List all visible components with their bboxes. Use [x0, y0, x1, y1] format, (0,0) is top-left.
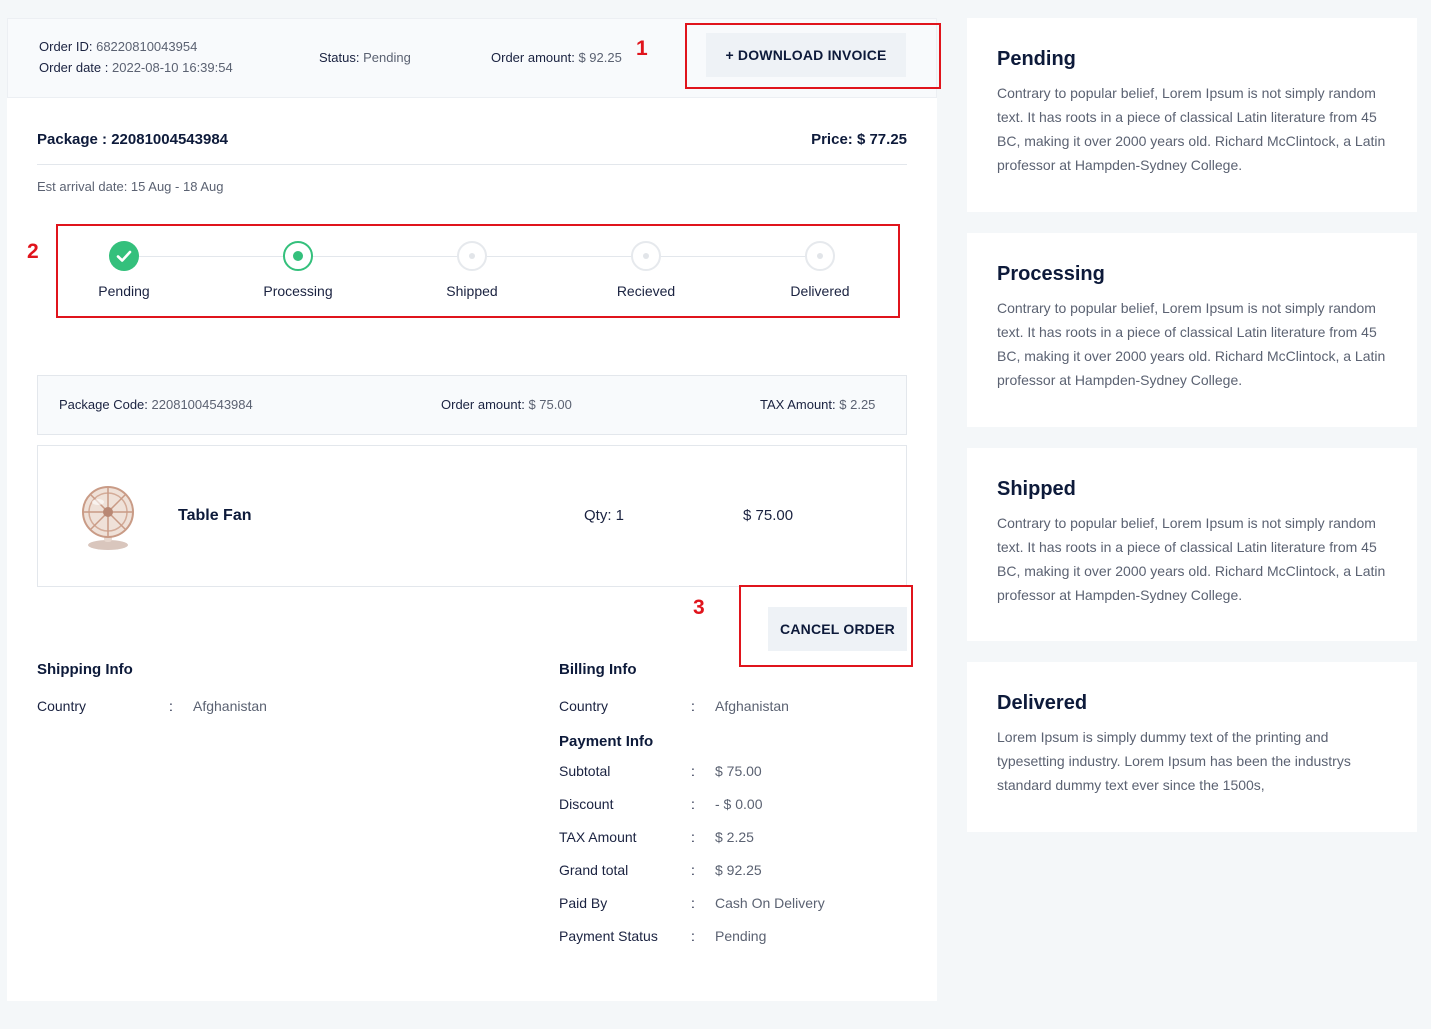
table-fan-image [78, 482, 140, 552]
info-value: - $ 0.00 [715, 796, 763, 812]
package-code-value: 22081004543984 [151, 397, 253, 412]
package-amount-label: Order amount: [441, 397, 525, 412]
info-value: $ 75.00 [715, 763, 762, 779]
card-title: Pending [997, 48, 1076, 70]
order-amount-label: Order amount: [491, 50, 575, 65]
card-title: Shipped [997, 478, 1076, 500]
est-arrival-date: Est arrival date: 15 Aug - 18 Aug [37, 179, 224, 194]
info-separator: : [691, 796, 695, 812]
info-separator: : [691, 862, 695, 878]
info-value: Pending [715, 928, 767, 944]
order-id: Order ID: 68220810043954 [39, 39, 197, 54]
item-name: Table Fan [178, 507, 252, 524]
order-amount: Order amount: $ 92.25 [491, 50, 622, 65]
order-status-label: Status: [319, 50, 360, 65]
info-key: Grand total [559, 862, 629, 878]
info-value: Afghanistan [715, 698, 789, 714]
info-value: Cash On Delivery [715, 895, 825, 911]
info-key: Country [559, 698, 609, 714]
item-quantity: Qty: 1 [584, 507, 625, 524]
info-key: Discount [559, 796, 614, 812]
card-title: Delivered [997, 692, 1088, 714]
payment-info-title: Payment Info [559, 733, 654, 750]
annotation-number-2: 2 [27, 240, 39, 263]
package-price: Price: $ 77.25 [811, 131, 907, 148]
info-value: $ 92.25 [715, 862, 762, 878]
package-tax-amount: TAX Amount: $ 2.25 [760, 397, 875, 412]
order-item: Table Fan Qty: 1 $ 75.00 [37, 445, 907, 587]
annotation-number-3: 3 [693, 596, 705, 619]
status-card-processing: Processing Contrary to popular belief, L… [967, 233, 1417, 427]
billing-info-title: Billing Info [559, 661, 637, 678]
shipping-info-title: Shipping Info [37, 661, 133, 678]
order-status-value: Pending [363, 50, 411, 65]
info-key: Subtotal [559, 763, 611, 779]
package-code-label: Package Code: [59, 397, 148, 412]
info-key: Country [37, 698, 87, 714]
order-date-label: Order date : [39, 60, 109, 75]
package-summary-bar: Package Code: 22081004543984 Order amoun… [37, 375, 907, 435]
package-title: Package : 22081004543984 [37, 131, 229, 148]
status-card-delivered: Delivered Lorem Ipsum is simply dummy te… [967, 662, 1417, 832]
info-separator: : [691, 895, 695, 911]
order-status: Status: Pending [319, 50, 411, 65]
info-separator: : [169, 698, 173, 714]
annotation-box-2 [56, 224, 900, 318]
package-code: Package Code: 22081004543984 [59, 397, 253, 412]
card-body: Contrary to popular belief, Lorem Ipsum … [997, 515, 1386, 603]
order-amount-value: $ 92.25 [578, 50, 622, 65]
card-body: Contrary to popular belief, Lorem Ipsum … [997, 300, 1386, 388]
card-body: Lorem Ipsum is simply dummy text of the … [997, 729, 1351, 793]
package-divider [37, 164, 907, 165]
order-date-value: 2022-08-10 16:39:54 [112, 60, 233, 75]
order-details-panel: Order ID: 68220810043954 Order date : 20… [7, 18, 937, 1001]
info-separator: : [691, 763, 695, 779]
package-amount-value: $ 75.00 [528, 397, 572, 412]
info-value: Afghanistan [193, 698, 267, 714]
package-tax-label: TAX Amount: [760, 397, 836, 412]
order-id-value: 68220810043954 [96, 39, 198, 54]
annotation-box-3 [739, 585, 913, 667]
info-separator: : [691, 928, 695, 944]
info-key: Paid By [559, 895, 608, 911]
order-date: Order date : 2022-08-10 16:39:54 [39, 60, 233, 75]
package-tax-value: $ 2.25 [839, 397, 876, 412]
package-order-amount: Order amount: $ 75.00 [441, 397, 572, 412]
card-body: Contrary to popular belief, Lorem Ipsum … [997, 85, 1386, 173]
info-key: Payment Status [559, 928, 658, 944]
annotation-number-1: 1 [636, 37, 648, 60]
status-card-pending: Pending Contrary to popular belief, Lore… [967, 18, 1417, 212]
item-price: $ 75.00 [743, 507, 794, 524]
info-value: $ 2.25 [715, 829, 754, 845]
info-separator: : [691, 698, 695, 714]
annotation-box-1 [685, 23, 941, 89]
status-card-shipped: Shipped Contrary to popular belief, Lore… [967, 448, 1417, 641]
card-title: Processing [997, 263, 1105, 285]
info-separator: : [691, 829, 695, 845]
info-key: TAX Amount [559, 829, 637, 845]
order-id-label: Order ID: [39, 39, 93, 54]
